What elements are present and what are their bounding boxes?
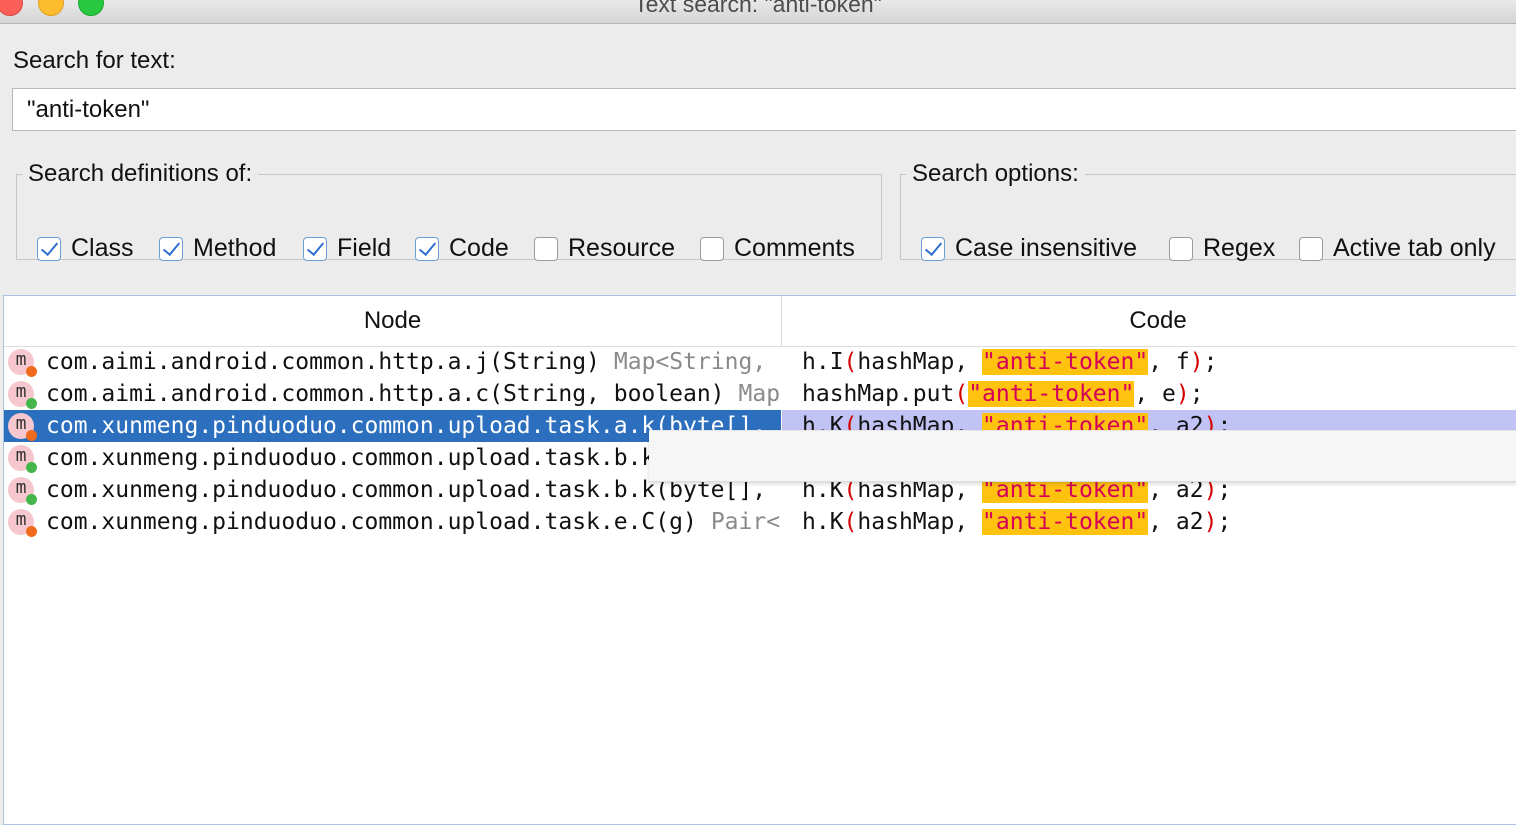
node-cell[interactable]: m com.xunmeng.pinduoduo.common.upload.tas…	[4, 506, 781, 538]
code-args-after: , f	[1148, 349, 1190, 375]
checkbox-box[interactable]	[303, 236, 327, 261]
regex-checkbox[interactable]: Regex	[1169, 234, 1275, 263]
node-name: com.aimi.android.common.http.a.c(String,…	[46, 381, 781, 407]
code-args-after: , a2	[1148, 509, 1204, 535]
match-highlight: "anti-token"	[982, 349, 1149, 375]
node-name: com.aimi.android.common.http.a.j(String)…	[46, 349, 767, 375]
checkbox-box[interactable]	[921, 236, 945, 261]
node-name: com.xunmeng.pinduoduo.common.upload.task…	[46, 445, 656, 471]
semicolon: ;	[1217, 509, 1232, 535]
open-paren: (	[843, 509, 858, 535]
checkbox-box[interactable]	[534, 236, 558, 261]
search-options-legend: Search options:	[912, 160, 1079, 187]
checkbox-box[interactable]	[1299, 236, 1323, 261]
table-row[interactable]: m com.aimi.android.common.http.a.c(String…	[4, 378, 1516, 410]
column-header-code[interactable]: Code	[782, 296, 1516, 347]
checkbox-box[interactable]	[700, 236, 724, 261]
node-signature: Map	[738, 381, 781, 407]
table-row[interactable]: m com.aimi.android.common.http.a.j(String…	[4, 346, 1516, 378]
table-row[interactable]: m com.xunmeng.pinduoduo.common.upload.tas…	[4, 506, 1516, 538]
node-signature: Pair<	[710, 509, 781, 535]
search-options-group: Search options: Case insensitive Regex A…	[900, 160, 1516, 263]
code-cell[interactable]: h.I(hashMap, "anti-token", f);	[782, 346, 1516, 378]
access-status-dot-icon	[26, 398, 37, 409]
title-bar: Text search: "anti-token"	[0, 0, 1516, 24]
case-insensitive-checkbox[interactable]: Case insensitive	[921, 234, 1137, 263]
match-highlight: "anti-token"	[968, 381, 1135, 407]
tooltip-popup	[649, 430, 1516, 482]
code-prefix: h.K	[802, 509, 844, 535]
close-paren: )	[1175, 381, 1190, 407]
node-name: com.xunmeng.pinduoduo.common.upload.task…	[46, 509, 781, 535]
access-status-dot-icon	[26, 462, 37, 473]
checkbox-box[interactable]	[415, 236, 439, 261]
node-cell[interactable]: m com.aimi.android.common.http.a.j(String…	[4, 346, 781, 378]
search-input[interactable]	[12, 88, 1516, 131]
node-signature: Map<String,	[613, 349, 767, 375]
close-paren: )	[1189, 349, 1204, 375]
active-tab-only-checkbox[interactable]: Active tab only	[1299, 234, 1496, 263]
code-args-before: hashMap,	[857, 509, 983, 535]
method-checkbox[interactable]: Method	[159, 234, 276, 263]
comments-checkbox[interactable]: Comments	[700, 234, 855, 263]
access-status-dot-icon	[26, 526, 37, 537]
field-checkbox[interactable]: Field	[303, 234, 391, 263]
search-definitions-legend: Search definitions of:	[28, 160, 253, 187]
match-highlight: "anti-token"	[982, 509, 1149, 535]
open-paren: (	[954, 381, 969, 407]
search-definitions-group: Search definitions of: Class Method Fiel…	[16, 160, 882, 263]
node-cell[interactable]: m com.aimi.android.common.http.a.c(String…	[4, 378, 781, 410]
code-cell[interactable]: hashMap.put("anti-token", e);	[782, 378, 1516, 410]
access-status-dot-icon	[26, 494, 37, 505]
code-prefix: h.I	[802, 349, 844, 375]
class-checkbox[interactable]: Class	[37, 234, 134, 263]
code-checkbox[interactable]: Code	[415, 234, 509, 263]
access-status-dot-icon	[26, 366, 37, 377]
code-args-after: , e	[1134, 381, 1176, 407]
access-status-dot-icon	[26, 430, 37, 441]
search-label: Search for text:	[13, 47, 176, 74]
code-cell[interactable]: h.K(hashMap, "anti-token", a2);	[782, 506, 1516, 538]
resource-checkbox[interactable]: Resource	[534, 234, 675, 263]
close-paren: )	[1203, 509, 1218, 535]
code-args-before: hashMap,	[857, 349, 983, 375]
semicolon: ;	[1203, 349, 1218, 375]
checkbox-box[interactable]	[37, 236, 61, 261]
column-header-node[interactable]: Node	[4, 296, 782, 347]
checkbox-box[interactable]	[159, 236, 183, 261]
window-title: Text search: "anti-token"	[634, 0, 882, 17]
results-table[interactable]: Node Code m com.aimi.android.common.http.…	[3, 295, 1516, 825]
checkbox-box[interactable]	[1169, 236, 1193, 261]
code-prefix: hashMap.put	[802, 381, 955, 407]
semicolon: ;	[1189, 381, 1204, 407]
open-paren: (	[843, 349, 858, 375]
